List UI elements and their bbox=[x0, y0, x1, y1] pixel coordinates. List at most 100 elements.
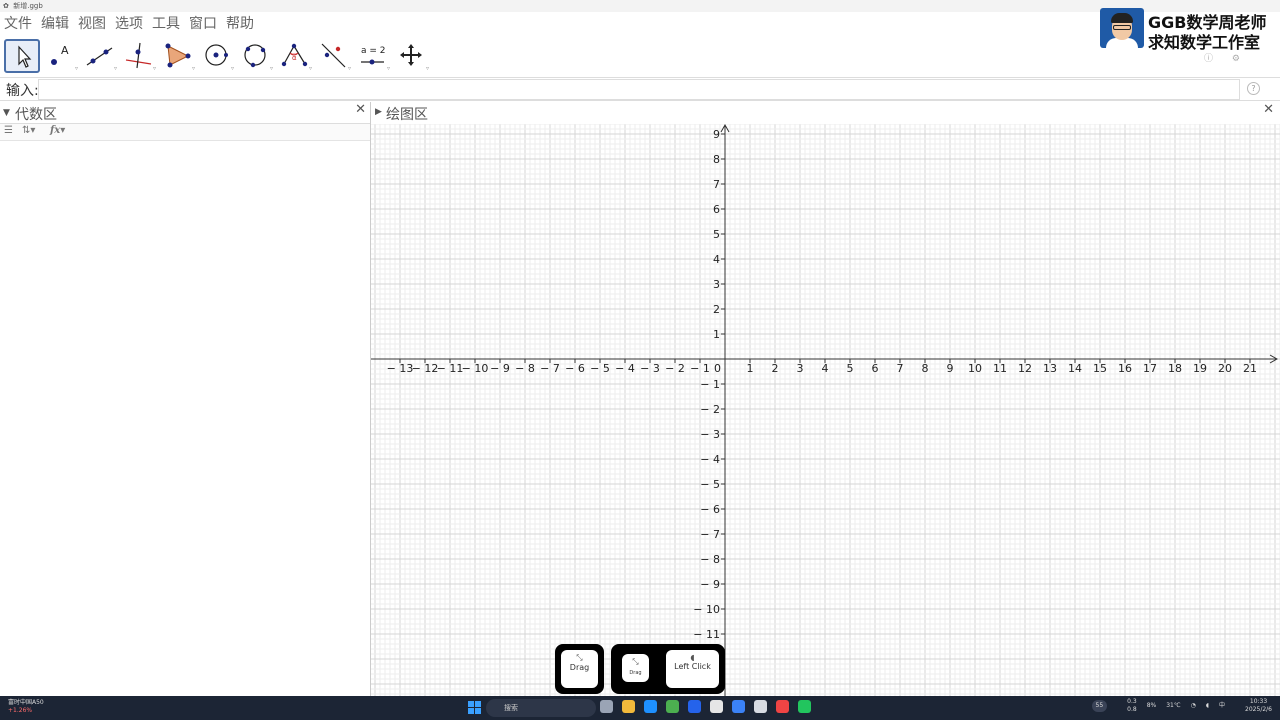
move-view-tool-button[interactable]: ▿ bbox=[394, 39, 430, 73]
y-tick-label: 9 bbox=[713, 128, 720, 141]
taskbar: 富时中国A50 +1.26% 搜索 55 0.3 0.8 8% 31℃ ◔ ◖ 中… bbox=[0, 696, 1280, 720]
cpu-usage: 8% bbox=[1146, 702, 1157, 709]
slider-tool-icon: a = 2 bbox=[361, 46, 386, 65]
x-tick-label: 9 bbox=[947, 362, 954, 375]
point-tool-button[interactable]: A ▿ bbox=[43, 39, 79, 73]
title-bar: ✿ 新增.ggb bbox=[0, 0, 1280, 12]
move-tool-button[interactable] bbox=[4, 39, 40, 73]
mail-icon[interactable] bbox=[688, 700, 701, 713]
x-tick-label: − 2 bbox=[665, 362, 685, 375]
x-tick-label: 11 bbox=[993, 362, 1007, 375]
y-tick-label: 3 bbox=[713, 278, 720, 291]
polygon-tool-icon bbox=[165, 43, 191, 68]
settings-gear-icon[interactable]: ⚙ bbox=[1232, 54, 1240, 64]
input-label: 输入: bbox=[6, 83, 39, 99]
origin-label: 0 bbox=[714, 362, 721, 375]
algebra-title: 代数区 bbox=[15, 107, 57, 123]
x-tick-label: − 9 bbox=[490, 362, 510, 375]
y-tick-label: − 1 bbox=[700, 378, 720, 391]
menu-edit[interactable]: 编辑 bbox=[41, 13, 69, 33]
menu-file[interactable]: 文件 bbox=[4, 13, 32, 33]
perpendicular-tool-icon bbox=[125, 42, 152, 69]
input-bar: 输入: ? bbox=[0, 77, 1280, 101]
drag-hint-box: ⤡ Drag bbox=[555, 644, 604, 694]
y-tick-label: 5 bbox=[713, 228, 720, 241]
taskbar-search[interactable]: 搜索 bbox=[486, 699, 596, 717]
help-icon[interactable]: ⓘ bbox=[1204, 54, 1213, 64]
circle-three-points-tool-button[interactable]: ▿ bbox=[238, 39, 274, 73]
description-mode-icon[interactable]: fx▾ bbox=[50, 125, 65, 136]
x-tick-label: 20 bbox=[1218, 362, 1232, 375]
start-windows-icon[interactable] bbox=[468, 701, 481, 714]
x-tick-label: 14 bbox=[1068, 362, 1082, 375]
x-tick-label: 3 bbox=[797, 362, 804, 375]
file-explorer-icon[interactable] bbox=[622, 700, 635, 713]
algebra-header: ▼ 代数区 ✕ bbox=[0, 102, 370, 124]
slider-tool-button[interactable]: a = 2 ▿ bbox=[355, 39, 391, 73]
menu-options[interactable]: 选项 bbox=[115, 13, 143, 33]
menu-tools[interactable]: 工具 bbox=[152, 13, 180, 33]
circle-center-tool-icon bbox=[205, 44, 228, 66]
sort-menu-icon[interactable]: ⇅▾ bbox=[22, 125, 35, 136]
reflect-tool-button[interactable]: ▿ bbox=[316, 39, 352, 73]
left-click-key: ◖ Left Click bbox=[666, 650, 719, 688]
clock[interactable]: 10:33 2025/2/6 bbox=[1235, 698, 1272, 714]
x-tick-label: 21 bbox=[1243, 362, 1257, 375]
edge-browser-icon[interactable] bbox=[644, 700, 657, 713]
taskbar-apps bbox=[600, 700, 820, 713]
y-tick-label: − 8 bbox=[700, 553, 720, 566]
menu-bar: 文件 编辑 视图 选项 工具 窗口 帮助 bbox=[0, 12, 1280, 34]
y-tick-label: 1 bbox=[713, 328, 720, 341]
notification-badge[interactable]: 55 bbox=[1091, 700, 1108, 712]
y-tick-label: − 5 bbox=[700, 478, 720, 491]
x-tick-label: − 7 bbox=[540, 362, 560, 375]
chrome-icon[interactable] bbox=[776, 700, 789, 713]
algebra-view: ▼ 代数区 ✕ ☰ ⇅▾ fx▾ bbox=[0, 102, 371, 696]
circle-center-tool-button[interactable]: ▿ bbox=[199, 39, 235, 73]
stock-widget[interactable]: 富时中国A50 +1.26% bbox=[8, 699, 44, 715]
task-view-icon[interactable] bbox=[600, 700, 613, 713]
angle-tool-icon: α bbox=[281, 43, 308, 67]
ime-indicator[interactable]: 中 bbox=[1219, 702, 1225, 710]
expand-caret-icon[interactable]: ▶ bbox=[375, 107, 382, 117]
svg-text:α: α bbox=[292, 54, 297, 62]
mouse-icon: ◖ bbox=[690, 653, 695, 662]
svg-text:A: A bbox=[61, 44, 69, 57]
toggle-auxiliary-icon[interactable]: ☰ bbox=[4, 125, 13, 136]
calculator-icon[interactable] bbox=[666, 700, 679, 713]
menu-window[interactable]: 窗口 bbox=[189, 13, 217, 33]
coordinate-plane[interactable]: − 13− 12− 11− 10− 9− 8− 7− 6− 5− 4− 3− 2… bbox=[371, 124, 1280, 696]
x-tick-label: 13 bbox=[1043, 362, 1057, 375]
algebra-close-icon[interactable]: ✕ bbox=[355, 102, 366, 117]
perpendicular-tool-button[interactable]: ▿ bbox=[121, 39, 157, 73]
small-drag-icon: ⤡ bbox=[632, 657, 639, 666]
input-field[interactable] bbox=[38, 79, 1240, 100]
mouse-hint-box: ⤡ Drag ◖ Left Click bbox=[611, 644, 725, 694]
steam-icon[interactable] bbox=[732, 700, 745, 713]
volume-icon[interactable]: ◖ bbox=[1206, 702, 1209, 710]
collapse-caret-icon[interactable]: ▼ bbox=[3, 108, 10, 118]
x-tick-label: − 8 bbox=[515, 362, 535, 375]
algebra-style-bar: ☰ ⇅▾ fx▾ bbox=[0, 124, 370, 141]
x-tick-label: 15 bbox=[1093, 362, 1107, 375]
polygon-tool-button[interactable]: ▿ bbox=[160, 39, 196, 73]
network-icon[interactable]: ◔ bbox=[1191, 702, 1196, 710]
recorder-icon[interactable] bbox=[754, 700, 767, 713]
input-help-icon[interactable]: ? bbox=[1247, 82, 1260, 95]
x-tick-label: 2 bbox=[772, 362, 779, 375]
toolbar: A ▿ ▿ ▿ ▿ ▿ ▿ α ▿ ▿ a = 2 ▿ ▿ ⓘ ⚙ bbox=[0, 36, 1280, 76]
svg-text:a = 2: a = 2 bbox=[361, 46, 386, 56]
menu-view[interactable]: 视图 bbox=[78, 13, 106, 33]
menu-help[interactable]: 帮助 bbox=[226, 13, 254, 33]
angle-tool-button[interactable]: α ▿ bbox=[277, 39, 313, 73]
system-tray: 55 0.3 0.8 8% 31℃ ◔ ◖ 中 10:33 2025/2/6 bbox=[1082, 698, 1272, 714]
reflect-tool-icon bbox=[321, 43, 346, 68]
y-tick-label: 7 bbox=[713, 178, 720, 191]
geogebra-app-icon[interactable] bbox=[710, 700, 723, 713]
x-tick-label: − 5 bbox=[590, 362, 610, 375]
drag-arrow-icon: ⤡ bbox=[576, 653, 583, 662]
x-tick-label: 12 bbox=[1018, 362, 1032, 375]
line-tool-button[interactable]: ▿ bbox=[82, 39, 118, 73]
graphics-close-icon[interactable]: ✕ bbox=[1263, 102, 1274, 117]
wechat-icon[interactable] bbox=[798, 700, 811, 713]
